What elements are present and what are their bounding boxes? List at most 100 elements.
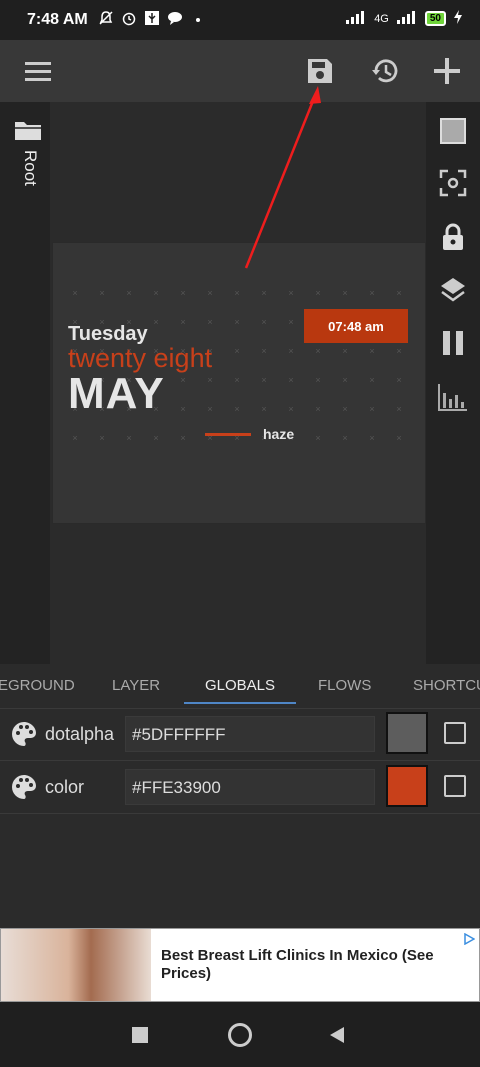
grid-dot: ×: [315, 288, 321, 298]
grid-dot: ×: [342, 433, 348, 443]
tab-globals[interactable]: GLOBALS: [205, 677, 275, 694]
mute-bell-icon: [98, 10, 114, 31]
grid-dot: ×: [207, 317, 213, 327]
signal-icon: [346, 10, 366, 27]
grid-dot: ×: [234, 288, 240, 298]
grid-dot: ×: [288, 404, 294, 414]
grid-dot: ×: [396, 288, 402, 298]
grid-dot: ×: [261, 288, 267, 298]
folder-label[interactable]: Root: [20, 150, 40, 186]
tab-layer[interactable]: LAYER: [112, 677, 160, 694]
global-checkbox[interactable]: [444, 722, 466, 744]
grid-dot: ×: [180, 288, 186, 298]
ad-choices-icon[interactable]: [463, 933, 475, 945]
signal-icon-2: [396, 10, 417, 27]
menu-icon: [25, 62, 51, 81]
grid-dot: ×: [234, 317, 240, 327]
save-button[interactable]: [302, 53, 338, 89]
tab-shortcuts[interactable]: SHORTCU: [413, 677, 480, 694]
home-button[interactable]: [228, 1023, 252, 1047]
toolbar: [0, 40, 480, 102]
tab-background[interactable]: EGROUND: [0, 677, 75, 694]
color-swatch[interactable]: [386, 712, 428, 754]
chat-icon: [167, 10, 183, 31]
grid-dot: ×: [369, 346, 375, 356]
grid-dot: ×: [288, 346, 294, 356]
grid-dot: ×: [207, 288, 213, 298]
add-button[interactable]: [429, 53, 465, 89]
grid-dot: ×: [342, 346, 348, 356]
grid-dot: ×: [342, 404, 348, 414]
recents-button[interactable]: [132, 1027, 148, 1043]
global-value-field[interactable]: #FFE33900: [125, 769, 375, 805]
history-button[interactable]: [367, 53, 403, 89]
grid-dot: ×: [126, 288, 132, 298]
grid-dot: ×: [261, 346, 267, 356]
global-row[interactable]: dotalpha #5DFFFFFF: [0, 708, 480, 761]
equalizer-icon[interactable]: [438, 382, 468, 412]
widget-clock: 07:48 am: [304, 309, 408, 343]
grid-dot: ×: [180, 404, 186, 414]
grid-dot: ×: [261, 317, 267, 327]
grid-dot: ×: [261, 404, 267, 414]
grid-dot: ×: [369, 288, 375, 298]
grid-dot: ×: [261, 375, 267, 385]
global-name: color: [45, 777, 85, 797]
widget-month: MAY: [68, 369, 165, 418]
grid-dot: ×: [153, 433, 159, 443]
grid-dot: ×: [342, 375, 348, 385]
ad-image[interactable]: [1, 929, 151, 1001]
color-swatch[interactable]: [386, 765, 428, 807]
grid-dot: ×: [180, 317, 186, 327]
grid-dot: ×: [315, 433, 321, 443]
grid-dot: ×: [72, 288, 78, 298]
back-button[interactable]: [328, 1026, 346, 1044]
history-icon: [372, 59, 398, 83]
grid-dot: ×: [288, 288, 294, 298]
grid-dot: ×: [153, 288, 159, 298]
grid-dot: ×: [153, 317, 159, 327]
grid-dot: ×: [180, 375, 186, 385]
widget-brand: haze: [263, 426, 295, 442]
grid-dot: ×: [234, 404, 240, 414]
grid-dot: ×: [234, 346, 240, 356]
folder-icon[interactable]: [14, 118, 42, 147]
grid-dot: ×: [207, 375, 213, 385]
system-nav-bar: [0, 1002, 480, 1067]
widget-preview[interactable]: × × × × × × × × × × × × × × × × × × × × × × × × × × × × × × × × × × × × × × × ×…: [53, 243, 425, 523]
grid-dot: ×: [99, 288, 105, 298]
widget-divider-line: [205, 433, 251, 436]
grid-dot: ×: [207, 404, 213, 414]
grid-dot: ×: [396, 375, 402, 385]
tab-bar: EGROUND LAYER GLOBALS FLOWS SHORTCU: [0, 664, 480, 709]
global-name: dotalpha: [45, 724, 115, 744]
grid-dot: ×: [180, 433, 186, 443]
focus-icon[interactable]: [438, 168, 468, 198]
grid-dot: ×: [288, 317, 294, 327]
grid-dot: ×: [315, 404, 321, 414]
grid-dot: ×: [126, 433, 132, 443]
global-checkbox[interactable]: [444, 775, 466, 797]
grid-dot: ×: [99, 433, 105, 443]
dot-icon: [195, 18, 200, 22]
grid-dot: ×: [288, 375, 294, 385]
global-row[interactable]: color #FFE33900: [0, 761, 480, 814]
tab-flows[interactable]: FLOWS: [318, 677, 371, 694]
alarm-icon: [121, 10, 137, 31]
pause-icon[interactable]: [438, 328, 468, 358]
square-icon[interactable]: [438, 116, 468, 146]
grid-dot: ×: [342, 288, 348, 298]
global-value-field[interactable]: #5DFFFFFF: [125, 716, 375, 752]
grid-dot: ×: [369, 433, 375, 443]
ad-banner[interactable]: Best Breast Lift Clinics In Mexico (See …: [0, 928, 480, 1002]
add-icon: [434, 58, 460, 84]
grid-dot: ×: [315, 346, 321, 356]
lock-icon[interactable]: [438, 222, 468, 252]
palette-icon: [12, 722, 36, 746]
ad-text[interactable]: Best Breast Lift Clinics In Mexico (See …: [161, 947, 451, 983]
active-tab-indicator: [184, 702, 296, 704]
menu-button[interactable]: [20, 53, 56, 89]
grid-dot: ×: [369, 375, 375, 385]
layers-icon[interactable]: [438, 275, 468, 305]
save-icon: [308, 59, 332, 83]
